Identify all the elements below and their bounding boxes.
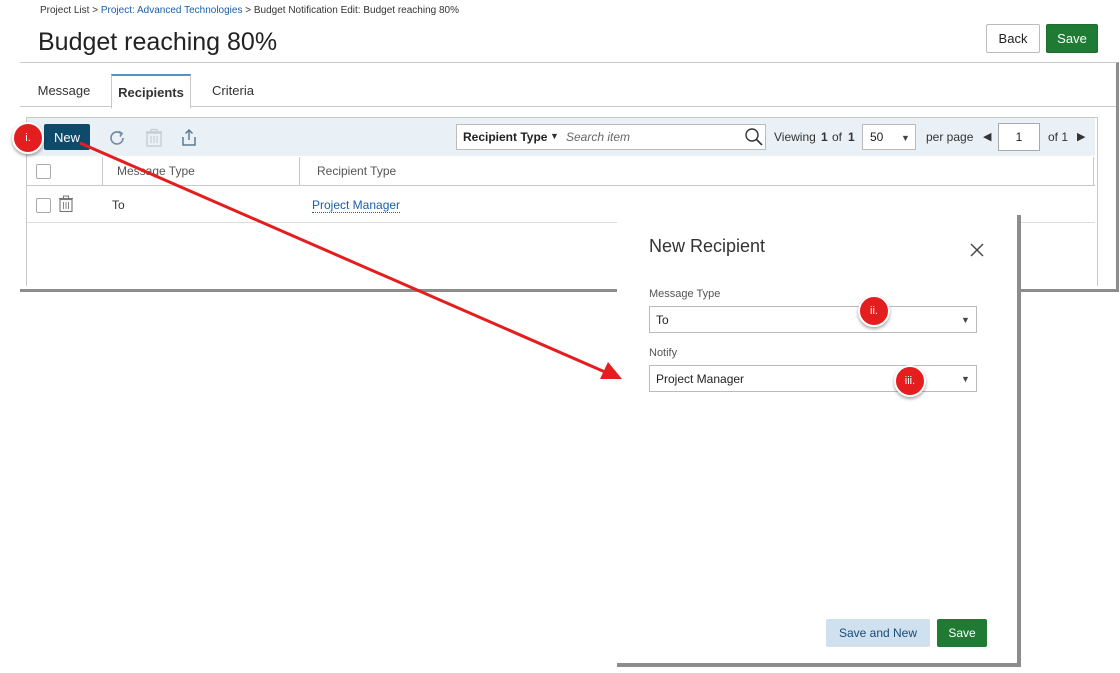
- per-page-label: per page: [926, 130, 974, 144]
- page-title: Budget reaching 80%: [38, 28, 278, 56]
- tab-recipients[interactable]: Recipients: [111, 74, 191, 109]
- export-icon[interactable]: [178, 127, 200, 149]
- save-and-new-button[interactable]: Save and New: [826, 619, 930, 647]
- caret-down-icon[interactable]: ▼: [550, 131, 559, 141]
- tab-criteria[interactable]: Criteria: [200, 74, 266, 106]
- chevron-down-icon[interactable]: ▼: [961, 374, 970, 384]
- close-icon[interactable]: [966, 239, 988, 261]
- cell-message-type: To: [112, 198, 125, 212]
- new-recipient-dialog: [617, 215, 1021, 667]
- search-input[interactable]: Search item: [566, 130, 630, 144]
- page-of-label: of 1: [1048, 130, 1069, 144]
- page-number-input[interactable]: 1: [998, 123, 1040, 151]
- column-divider[interactable]: [299, 157, 300, 185]
- breadcrumb: Project List > Project: Advanced Technol…: [40, 5, 459, 16]
- new-button[interactable]: New: [44, 124, 90, 150]
- delete-row-icon[interactable]: [58, 195, 74, 213]
- prev-page-icon[interactable]: ◀: [983, 130, 991, 143]
- search-type-dropdown[interactable]: Recipient Type: [463, 130, 547, 144]
- notify-label: Notify: [649, 347, 678, 359]
- callout-marker: ii.: [858, 295, 890, 327]
- select-all-checkbox[interactable]: [36, 164, 51, 179]
- viewing-label: Viewing: [774, 130, 816, 144]
- message-type-select[interactable]: To: [649, 306, 977, 333]
- message-type-value: To: [656, 312, 669, 327]
- caret-down-icon[interactable]: ▼: [901, 133, 910, 143]
- dialog-title: New Recipient: [649, 236, 766, 256]
- search-icon[interactable]: [744, 127, 764, 147]
- notify-select[interactable]: Project Manager: [649, 365, 977, 392]
- callout-marker: iii.: [894, 365, 926, 397]
- viewing-from: 1: [821, 130, 828, 144]
- viewing-total: 1: [848, 130, 855, 144]
- chevron-down-icon[interactable]: ▼: [961, 315, 970, 325]
- column-header-message-type[interactable]: Message Type: [117, 164, 195, 178]
- row-checkbox[interactable]: [36, 198, 51, 213]
- cell-recipient-type-link[interactable]: Project Manager: [312, 198, 401, 213]
- page-size-value: 50: [870, 130, 884, 144]
- breadcrumb-project-link[interactable]: Project: Advanced Technologies: [101, 5, 243, 16]
- breadcrumb-separator: >: [92, 5, 99, 16]
- next-page-icon[interactable]: ▶: [1077, 130, 1085, 143]
- breadcrumb-current: Budget Notification Edit: Budget reachin…: [253, 5, 459, 16]
- refresh-icon[interactable]: [106, 127, 128, 149]
- breadcrumb-project-list[interactable]: Project List: [40, 5, 89, 16]
- back-button[interactable]: Back: [986, 24, 1040, 53]
- dialog-save-button[interactable]: Save: [937, 619, 987, 647]
- save-button[interactable]: Save: [1046, 24, 1098, 53]
- column-divider: [1093, 157, 1094, 185]
- callout-marker: i.: [12, 122, 44, 154]
- trash-icon[interactable]: [143, 127, 165, 149]
- column-header-recipient-type[interactable]: Recipient Type: [317, 164, 396, 178]
- tab-message[interactable]: Message: [28, 74, 100, 106]
- breadcrumb-separator: >: [245, 5, 252, 16]
- column-divider: [102, 157, 103, 185]
- notify-value: Project Manager: [656, 371, 745, 386]
- message-type-label: Message Type: [649, 288, 721, 300]
- viewing-of-label: of: [832, 130, 843, 144]
